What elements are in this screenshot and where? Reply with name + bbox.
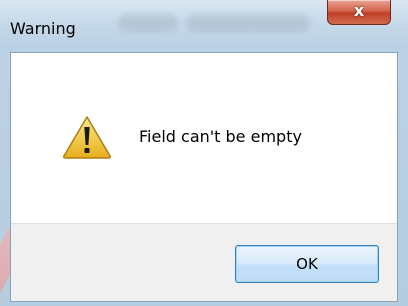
message-text: Field can't be empty [139, 127, 302, 146]
title-bar: Warning x [0, 0, 408, 52]
ok-button[interactable]: OK [235, 245, 379, 283]
close-icon: x [353, 1, 365, 20]
button-bar: OK [11, 223, 397, 301]
blurred-title-text [186, 14, 310, 32]
dialog-body: Field can't be empty OK [10, 52, 398, 302]
dialog-title: Warning [10, 19, 76, 38]
warning-icon [63, 116, 111, 159]
close-button[interactable]: x [327, 0, 391, 25]
blurred-title-text [118, 14, 178, 32]
